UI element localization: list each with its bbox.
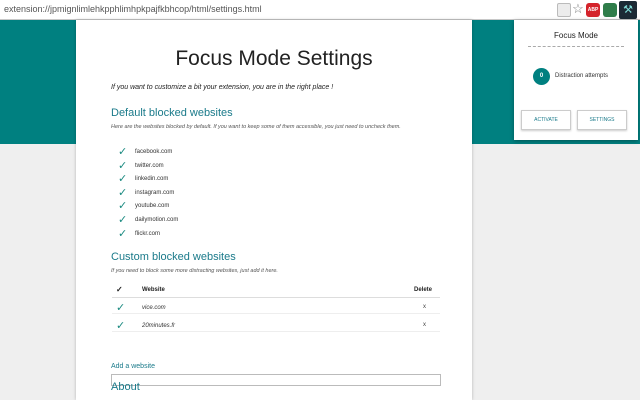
header-delete: Delete	[414, 287, 433, 293]
default-site-item: ✓ linkedin.com	[118, 173, 318, 187]
default-site-name: youtube.com	[135, 203, 170, 210]
checkbox-checked[interactable]: ✓	[118, 173, 130, 185]
default-section-description: Here are the websites blocked by default…	[111, 124, 401, 130]
distraction-count-badge: 0	[533, 68, 550, 85]
default-site-item: ✓ twitter.com	[118, 160, 318, 174]
activate-button[interactable]: ACTIVATE	[521, 110, 571, 130]
table-row: ✓ vice.com x	[112, 301, 440, 314]
default-section-title: Default blocked websites	[111, 107, 233, 119]
focus-mode-popup: Focus Mode 0 Distraction attempts ACTIVA…	[514, 20, 638, 140]
checkbox-checked[interactable]: ✓	[118, 228, 130, 240]
delete-button[interactable]: x	[423, 304, 426, 310]
default-site-item: ✓ facebook.com	[118, 146, 318, 160]
default-sites-list: ✓ facebook.com ✓ twitter.com ✓ linkedin.com ✓ i…	[118, 146, 318, 241]
settings-button[interactable]: SETTINGS	[577, 110, 627, 130]
popup-title: Focus Mode	[553, 31, 599, 40]
url-text[interactable]: extension://jpmignlimlehkpphlimhpkpajfkb…	[4, 4, 262, 14]
add-website-input[interactable]	[111, 374, 441, 386]
checkbox-checked[interactable]: ✓	[116, 320, 128, 332]
default-site-item: ✓ youtube.com	[118, 200, 318, 214]
default-site-item: ✓ dailymotion.com	[118, 214, 318, 228]
star-icon[interactable]: ☆	[571, 2, 585, 17]
header-website: Website	[142, 287, 165, 293]
delete-button[interactable]: x	[423, 322, 426, 328]
custom-site-name: 20minutes.fr	[142, 323, 176, 329]
adblock-icon[interactable]: ABP	[586, 3, 600, 17]
about-section-title: About	[111, 381, 140, 393]
page-title: Focus Mode Settings	[175, 47, 373, 70]
default-site-item: ✓ flickr.com	[118, 228, 318, 242]
checkbox-checked[interactable]: ✓	[118, 187, 130, 199]
checkbox-checked[interactable]: ✓	[118, 160, 130, 172]
checkbox-checked[interactable]: ✓	[118, 214, 130, 226]
focus-mode-icon[interactable]: ⚒	[619, 1, 637, 19]
checkbox-checked[interactable]: ✓	[116, 302, 128, 314]
default-site-name: twitter.com	[135, 162, 164, 169]
custom-site-name: vice.com	[142, 305, 166, 311]
intro-text: If you want to customize a bit your exte…	[111, 84, 334, 91]
default-site-name: facebook.com	[135, 149, 173, 155]
add-website-label: Add a website	[111, 363, 155, 370]
settings-card: Focus Mode Settings If you want to custo…	[76, 20, 472, 400]
default-site-name: instagram.com	[135, 189, 175, 196]
shield-icon[interactable]	[603, 3, 617, 17]
custom-section-description: If you need to block some more distracti…	[111, 268, 278, 274]
custom-table-header: ✓ Website Delete	[112, 284, 440, 298]
default-site-item: ✓ instagram.com	[118, 187, 318, 201]
checkbox-checked[interactable]: ✓	[118, 146, 130, 158]
header-check: ✓	[116, 285, 123, 294]
default-site-name: linkedin.com	[135, 176, 169, 183]
table-row: ✓ 20minutes.fr x	[112, 319, 440, 332]
default-site-name: dailymotion.com	[135, 216, 179, 223]
popup-divider	[528, 46, 624, 47]
default-site-name: flickr.com	[135, 230, 161, 237]
browser-address-bar: extension://jpmignlimlehkpphlimhpkpajfkb…	[0, 0, 640, 20]
custom-section-title: Custom blocked websites	[111, 251, 236, 263]
checkbox-checked[interactable]: ✓	[118, 200, 130, 212]
translate-icon[interactable]	[557, 3, 571, 17]
distraction-count-label: Distraction attempts	[555, 73, 609, 79]
